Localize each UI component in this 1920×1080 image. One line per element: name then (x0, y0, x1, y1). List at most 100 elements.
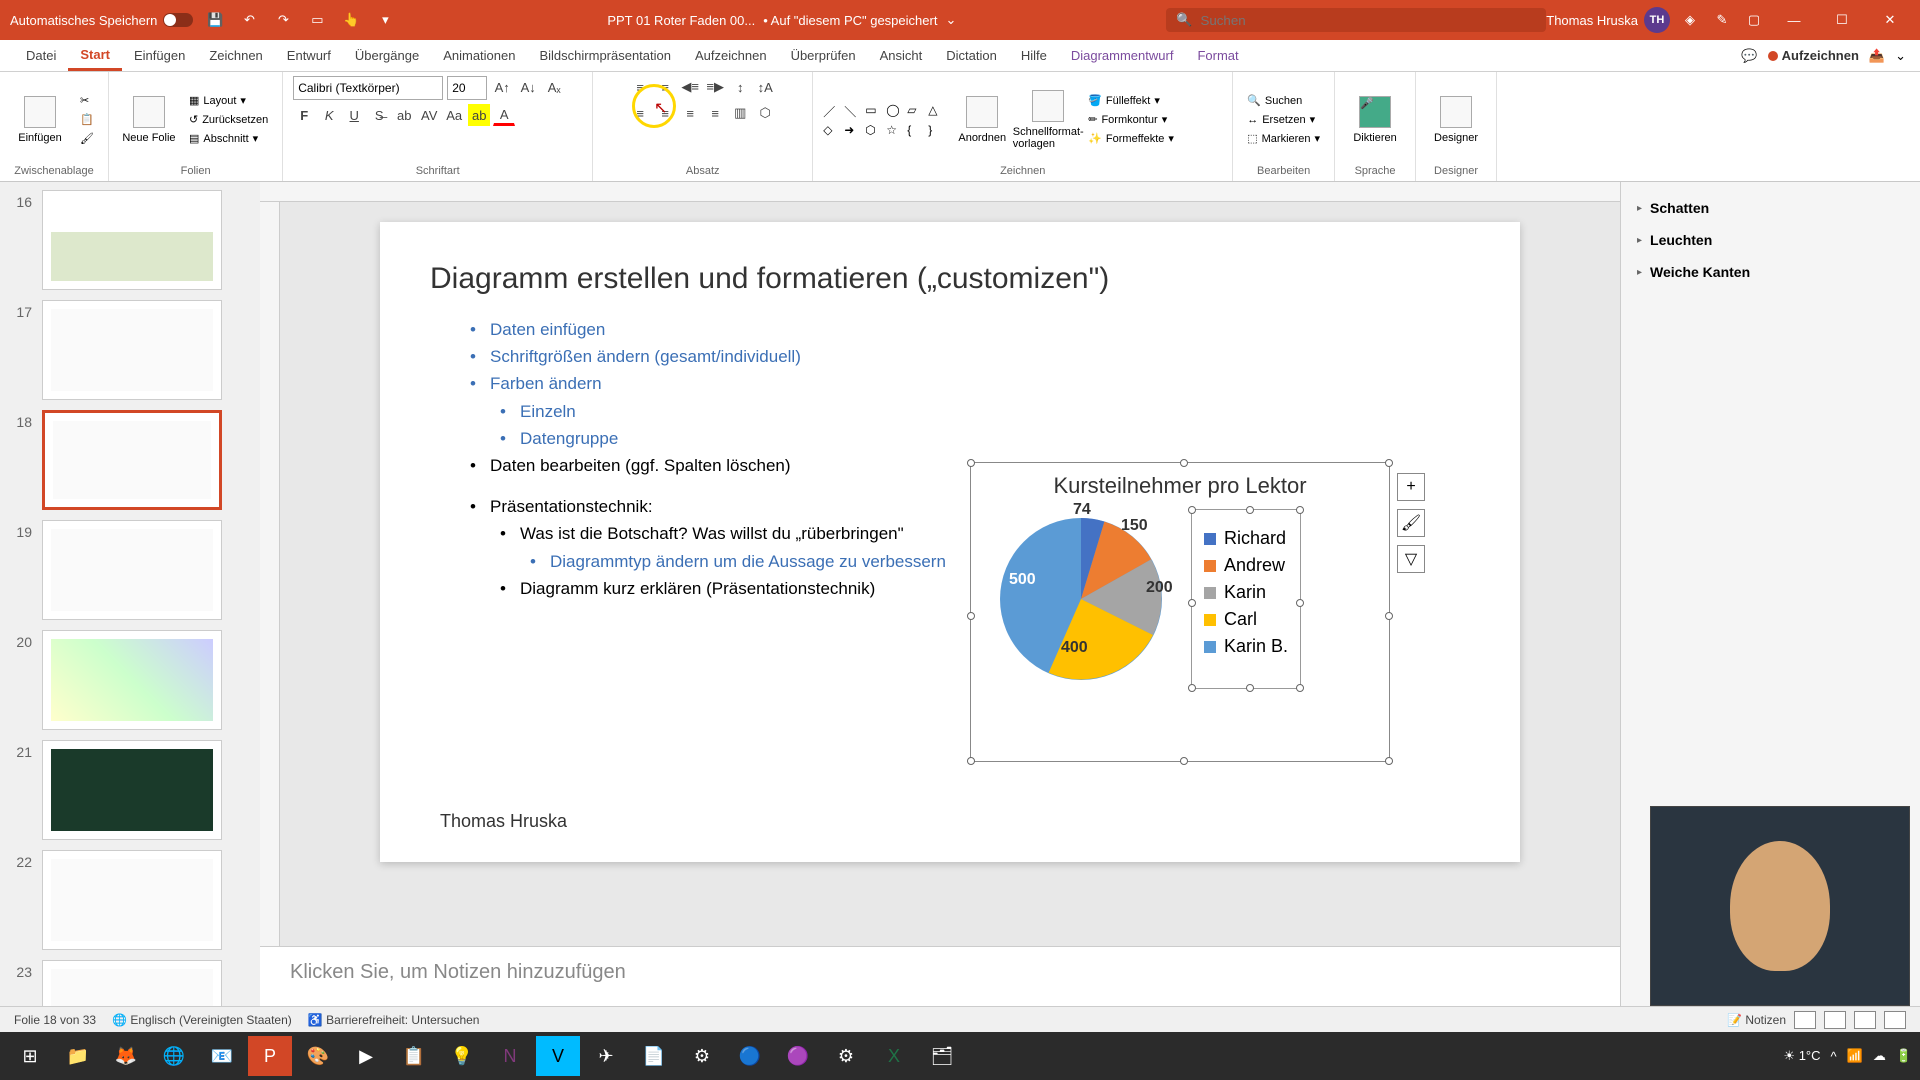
app-icon[interactable]: 📋 (392, 1036, 436, 1076)
chart-add-button[interactable]: + (1397, 473, 1425, 501)
slide-thumbnail-active[interactable] (42, 410, 222, 510)
font-color-button[interactable]: A (493, 104, 515, 126)
chart-style-button[interactable]: 🖌 (1397, 509, 1425, 537)
find-button[interactable]: 🔍 Suchen (1243, 92, 1324, 109)
spacing-button[interactable]: AV (418, 104, 440, 126)
slideshow-view-button[interactable] (1884, 1011, 1906, 1029)
quickstyles-button[interactable]: Schnellformat-vorlagen (1018, 80, 1078, 160)
app-icon[interactable]: 🗂 (920, 1036, 964, 1076)
decrease-font-button[interactable]: A↓ (517, 76, 539, 98)
comments-icon[interactable]: 💬 (1741, 48, 1757, 64)
fill-button[interactable]: 🪣 Fülleffekt ▾ (1084, 92, 1178, 109)
app-icon[interactable]: 🎨 (296, 1036, 340, 1076)
underline-button[interactable]: U (343, 104, 365, 126)
notes-toggle[interactable]: 📝 Notizen (1727, 1013, 1786, 1027)
shapes-gallery[interactable]: ／＼▭◯▱△ ◇➜⬡☆{} (823, 103, 946, 137)
tab-entwurf[interactable]: Entwurf (275, 42, 343, 69)
reading-view-button[interactable] (1854, 1011, 1876, 1029)
italic-button[interactable]: K (318, 104, 340, 126)
record-button[interactable]: Aufzeichnen (1768, 48, 1859, 63)
firefox-icon[interactable]: 🦊 (104, 1036, 148, 1076)
slide-thumbnail[interactable] (42, 850, 222, 950)
save-icon[interactable]: 💾 (203, 8, 227, 32)
smartart-button[interactable]: ⬡ (754, 102, 776, 124)
app-icon[interactable]: 🟣 (776, 1036, 820, 1076)
search-input[interactable] (1200, 13, 1536, 28)
format-painter-button[interactable]: 🖌 (76, 130, 98, 147)
select-button[interactable]: ⬚ Markieren ▾ (1243, 130, 1324, 147)
undo-icon[interactable]: ↶ (237, 8, 261, 32)
chart-title[interactable]: Kursteilnehmer pro Lektor (971, 463, 1389, 509)
effects-button[interactable]: ✨ Formeffekte ▾ (1084, 130, 1178, 147)
chart-legend[interactable]: Richard Andrew Karin Carl Karin B. (1191, 509, 1301, 689)
ribbon-collapse-icon[interactable]: ⌄ (1895, 48, 1906, 64)
close-button[interactable]: ✕ (1870, 0, 1910, 40)
app-icon[interactable]: V (536, 1036, 580, 1076)
bullet-list[interactable]: Daten einfügen Schriftgrößen ändern (ges… (430, 316, 1470, 479)
slide-thumbnail[interactable] (42, 520, 222, 620)
layout-button[interactable]: ▦ Layout ▾ (185, 92, 272, 109)
settings-icon[interactable]: ⚙ (824, 1036, 868, 1076)
justify-button[interactable]: ≡ (704, 102, 726, 124)
touchmode-icon[interactable]: 👆 (339, 8, 363, 32)
tab-format[interactable]: Format (1185, 42, 1250, 69)
font-name-combo[interactable]: Calibri (Textkörper) (293, 76, 443, 100)
diamond-icon[interactable]: ◈ (1678, 8, 1702, 32)
excel-icon[interactable]: X (872, 1036, 916, 1076)
tab-ansicht[interactable]: Ansicht (868, 42, 935, 69)
thumbnail-panel[interactable]: 16 17 18 19 20 21 22 23 24 25 (0, 182, 260, 1006)
battery-icon[interactable]: 🔋 (1896, 1048, 1912, 1064)
window-icon[interactable]: ▢ (1742, 8, 1766, 32)
reset-button[interactable]: ↺ Zurücksetzen (185, 111, 272, 128)
outdent-button[interactable]: ◀≡ (679, 76, 701, 98)
designer-button[interactable]: Designer (1426, 80, 1486, 160)
normal-view-button[interactable] (1794, 1011, 1816, 1029)
paste-button[interactable]: Einfügen (10, 80, 70, 160)
notes-pane[interactable]: Klicken Sie, um Notizen hinzuzufügen (260, 946, 1620, 1006)
user-badge[interactable]: Thomas Hruska TH (1546, 7, 1670, 33)
tab-start[interactable]: Start (68, 41, 122, 71)
tab-einfuegen[interactable]: Einfügen (122, 42, 197, 69)
slide-canvas[interactable]: Diagramm erstellen und formatieren („cus… (380, 222, 1520, 862)
dictate-button[interactable]: 🎤Diktieren (1345, 80, 1405, 160)
accessibility-status[interactable]: ♿ Barrierefreiheit: Untersuchen (308, 1013, 480, 1027)
tab-hilfe[interactable]: Hilfe (1009, 42, 1059, 69)
tab-dictation[interactable]: Dictation (934, 42, 1009, 69)
app-icon[interactable]: 🔵 (728, 1036, 772, 1076)
increase-font-button[interactable]: A↑ (491, 76, 513, 98)
vlc-icon[interactable]: ▶ (344, 1036, 388, 1076)
panel-softedges[interactable]: ▸Weiche Kanten (1637, 256, 1904, 288)
share-icon[interactable]: 📤 (1869, 48, 1885, 64)
start-button[interactable]: ⊞ (8, 1036, 52, 1076)
qat-more-icon[interactable]: ▾ (373, 8, 397, 32)
textdir-button[interactable]: ↕A (754, 76, 776, 98)
panel-glow[interactable]: ▸Leuchten (1637, 224, 1904, 256)
shadow-button[interactable]: ab (393, 104, 415, 126)
copy-button[interactable]: 📋 (76, 111, 98, 128)
slide-thumbnail[interactable] (42, 740, 222, 840)
tab-praesentation[interactable]: Bildschirmpräsentation (527, 42, 683, 69)
section-button[interactable]: ▤ Abschnitt ▾ (185, 130, 272, 147)
sorter-view-button[interactable] (1824, 1011, 1846, 1029)
highlight-button[interactable]: ab (468, 104, 490, 126)
bullets-button[interactable]: ≡ (629, 76, 651, 98)
outline-button[interactable]: ✏ Formkontur ▾ (1084, 111, 1178, 128)
slide-thumbnail[interactable] (42, 960, 222, 1006)
case-button[interactable]: Aa (443, 104, 465, 126)
font-size-combo[interactable]: 20 (447, 76, 487, 100)
align-left-button[interactable]: ≡ (629, 102, 651, 124)
title-dropdown-icon[interactable]: ⌄ (945, 12, 956, 28)
outlook-icon[interactable]: 📧 (200, 1036, 244, 1076)
chrome-icon[interactable]: 🌐 (152, 1036, 196, 1076)
cloud-icon[interactable]: ☁ (1873, 1048, 1886, 1064)
new-slide-button[interactable]: Neue Folie (119, 80, 179, 160)
chart-filter-button[interactable]: ▽ (1397, 545, 1425, 573)
tray-expand-icon[interactable]: ^ (1831, 1049, 1837, 1064)
app-icon[interactable]: 📄 (632, 1036, 676, 1076)
numbering-button[interactable]: ≡ (654, 76, 676, 98)
search-box[interactable]: 🔍 (1166, 8, 1546, 32)
explorer-icon[interactable]: 📁 (56, 1036, 100, 1076)
redo-icon[interactable]: ↷ (271, 8, 295, 32)
app-icon[interactable]: ⚙ (680, 1036, 724, 1076)
pen-icon[interactable]: ✎ (1710, 8, 1734, 32)
